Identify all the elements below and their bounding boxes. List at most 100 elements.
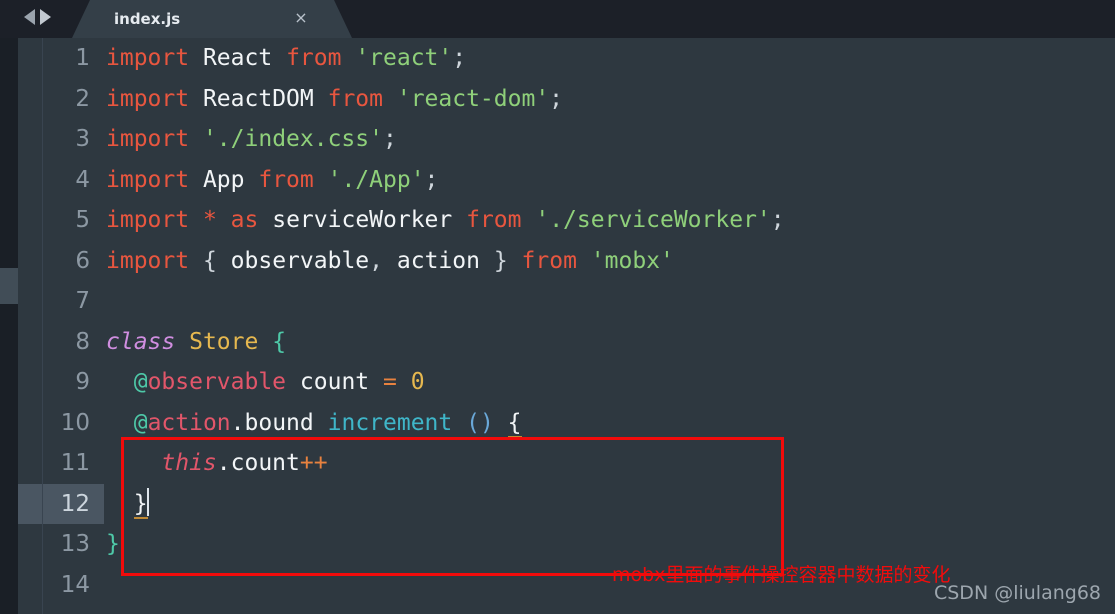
code-text: @observable count = 0	[106, 362, 425, 403]
line-number: 10	[60, 409, 90, 436]
line-number: 4	[75, 166, 90, 193]
code-token: .	[216, 450, 231, 476]
triangle-right-icon[interactable]	[40, 9, 51, 25]
code-token: ;	[770, 207, 785, 233]
code-token: @	[133, 369, 148, 395]
sidebar-scrollbar-thumb[interactable]	[0, 268, 18, 304]
code-token: {	[202, 247, 217, 274]
code-token: React	[202, 45, 273, 71]
code-line[interactable]: 1 import React from 'react';	[18, 38, 1115, 79]
code-text: import React from 'react';	[106, 38, 466, 79]
code-line[interactable]: 9 @observable count = 0	[18, 362, 1115, 403]
code-line[interactable]: 6 import { observable, action } from 'mob…	[18, 241, 1115, 282]
code-text: }	[106, 484, 149, 525]
code-text: @action.bound increment () {	[106, 403, 522, 444]
code-token: @	[133, 409, 148, 436]
code-token: ;	[424, 166, 439, 193]
code-line[interactable]: 2 import ReactDOM from 'react-dom';	[18, 79, 1115, 120]
code-token: ReactDOM	[202, 85, 314, 112]
code-token: action	[147, 409, 231, 436]
tab-title: index.js	[114, 10, 181, 28]
code-token: import	[106, 207, 190, 233]
code-token: .	[230, 409, 245, 436]
code-editor[interactable]: 1 import React from 'react'; 2 import React…	[18, 38, 1115, 614]
code-token: {	[507, 409, 522, 438]
code-line[interactable]: 11 this.count++	[18, 443, 1115, 484]
code-token: class	[106, 328, 176, 355]
line-number: 13	[60, 531, 90, 557]
line-number: 1	[75, 45, 90, 71]
code-line[interactable]: 3 import './index.css';	[18, 119, 1115, 160]
line-number: 6	[75, 247, 90, 274]
code-token: from	[286, 45, 342, 71]
code-token: from	[521, 247, 577, 274]
line-number: 12	[60, 490, 90, 517]
code-line[interactable]: 5 import * as serviceWorker from './servi…	[18, 200, 1115, 241]
code-line[interactable]: 13}	[18, 524, 1115, 565]
code-line[interactable]: 12 }	[18, 483, 1115, 525]
line-number: 11	[60, 450, 90, 476]
code-text: this.count++	[106, 443, 327, 484]
gutter-divider	[42, 38, 43, 614]
code-line[interactable]: 10 @action.bound increment () {	[18, 403, 1115, 444]
code-token: from	[466, 207, 522, 233]
code-token: ;	[382, 126, 397, 152]
code-token: action	[396, 247, 480, 274]
code-token: App	[202, 166, 245, 193]
code-token: import	[106, 247, 190, 274]
code-text: import './index.css';	[106, 119, 397, 160]
code-token: ,	[369, 247, 384, 274]
code-token: as	[230, 207, 259, 233]
line-number: 14	[60, 571, 90, 598]
code-line[interactable]: 8 class Store {	[18, 322, 1115, 363]
code-token: './App'	[327, 166, 425, 193]
tab-index-js[interactable]: index.js ×	[72, 0, 352, 38]
code-token: observable	[147, 369, 287, 395]
code-token: }	[133, 490, 148, 519]
code-token: ;	[452, 45, 467, 71]
code-token: import	[106, 85, 190, 112]
triangle-left-icon[interactable]	[24, 9, 35, 25]
code-token: 'mobx'	[590, 247, 674, 274]
code-line[interactable]: 7	[18, 281, 1115, 322]
line-number: 3	[75, 126, 90, 152]
line-number: 9	[75, 369, 90, 395]
csdn-watermark: CSDN @liulang68	[933, 582, 1101, 604]
code-text: import * as serviceWorker from './servic…	[106, 200, 785, 241]
code-token: import	[106, 166, 190, 193]
code-text: class Store {	[106, 322, 286, 363]
code-token: 0	[410, 369, 425, 395]
code-token: observable	[230, 247, 370, 274]
code-token: ()	[466, 409, 494, 436]
line-number: 8	[75, 328, 90, 355]
close-icon[interactable]: ×	[292, 9, 310, 27]
code-line[interactable]: 4 import App from './App';	[18, 160, 1115, 201]
text-cursor	[146, 487, 149, 516]
sublime-text-window: index.js × 1 import React from 'react'; 2 i…	[0, 0, 1115, 614]
code-text: import App from './App';	[106, 160, 438, 201]
code-token: serviceWorker	[272, 207, 453, 233]
code-token: this	[161, 450, 217, 476]
code-token: import	[106, 126, 190, 152]
code-text: import ReactDOM from 'react-dom';	[106, 79, 563, 120]
